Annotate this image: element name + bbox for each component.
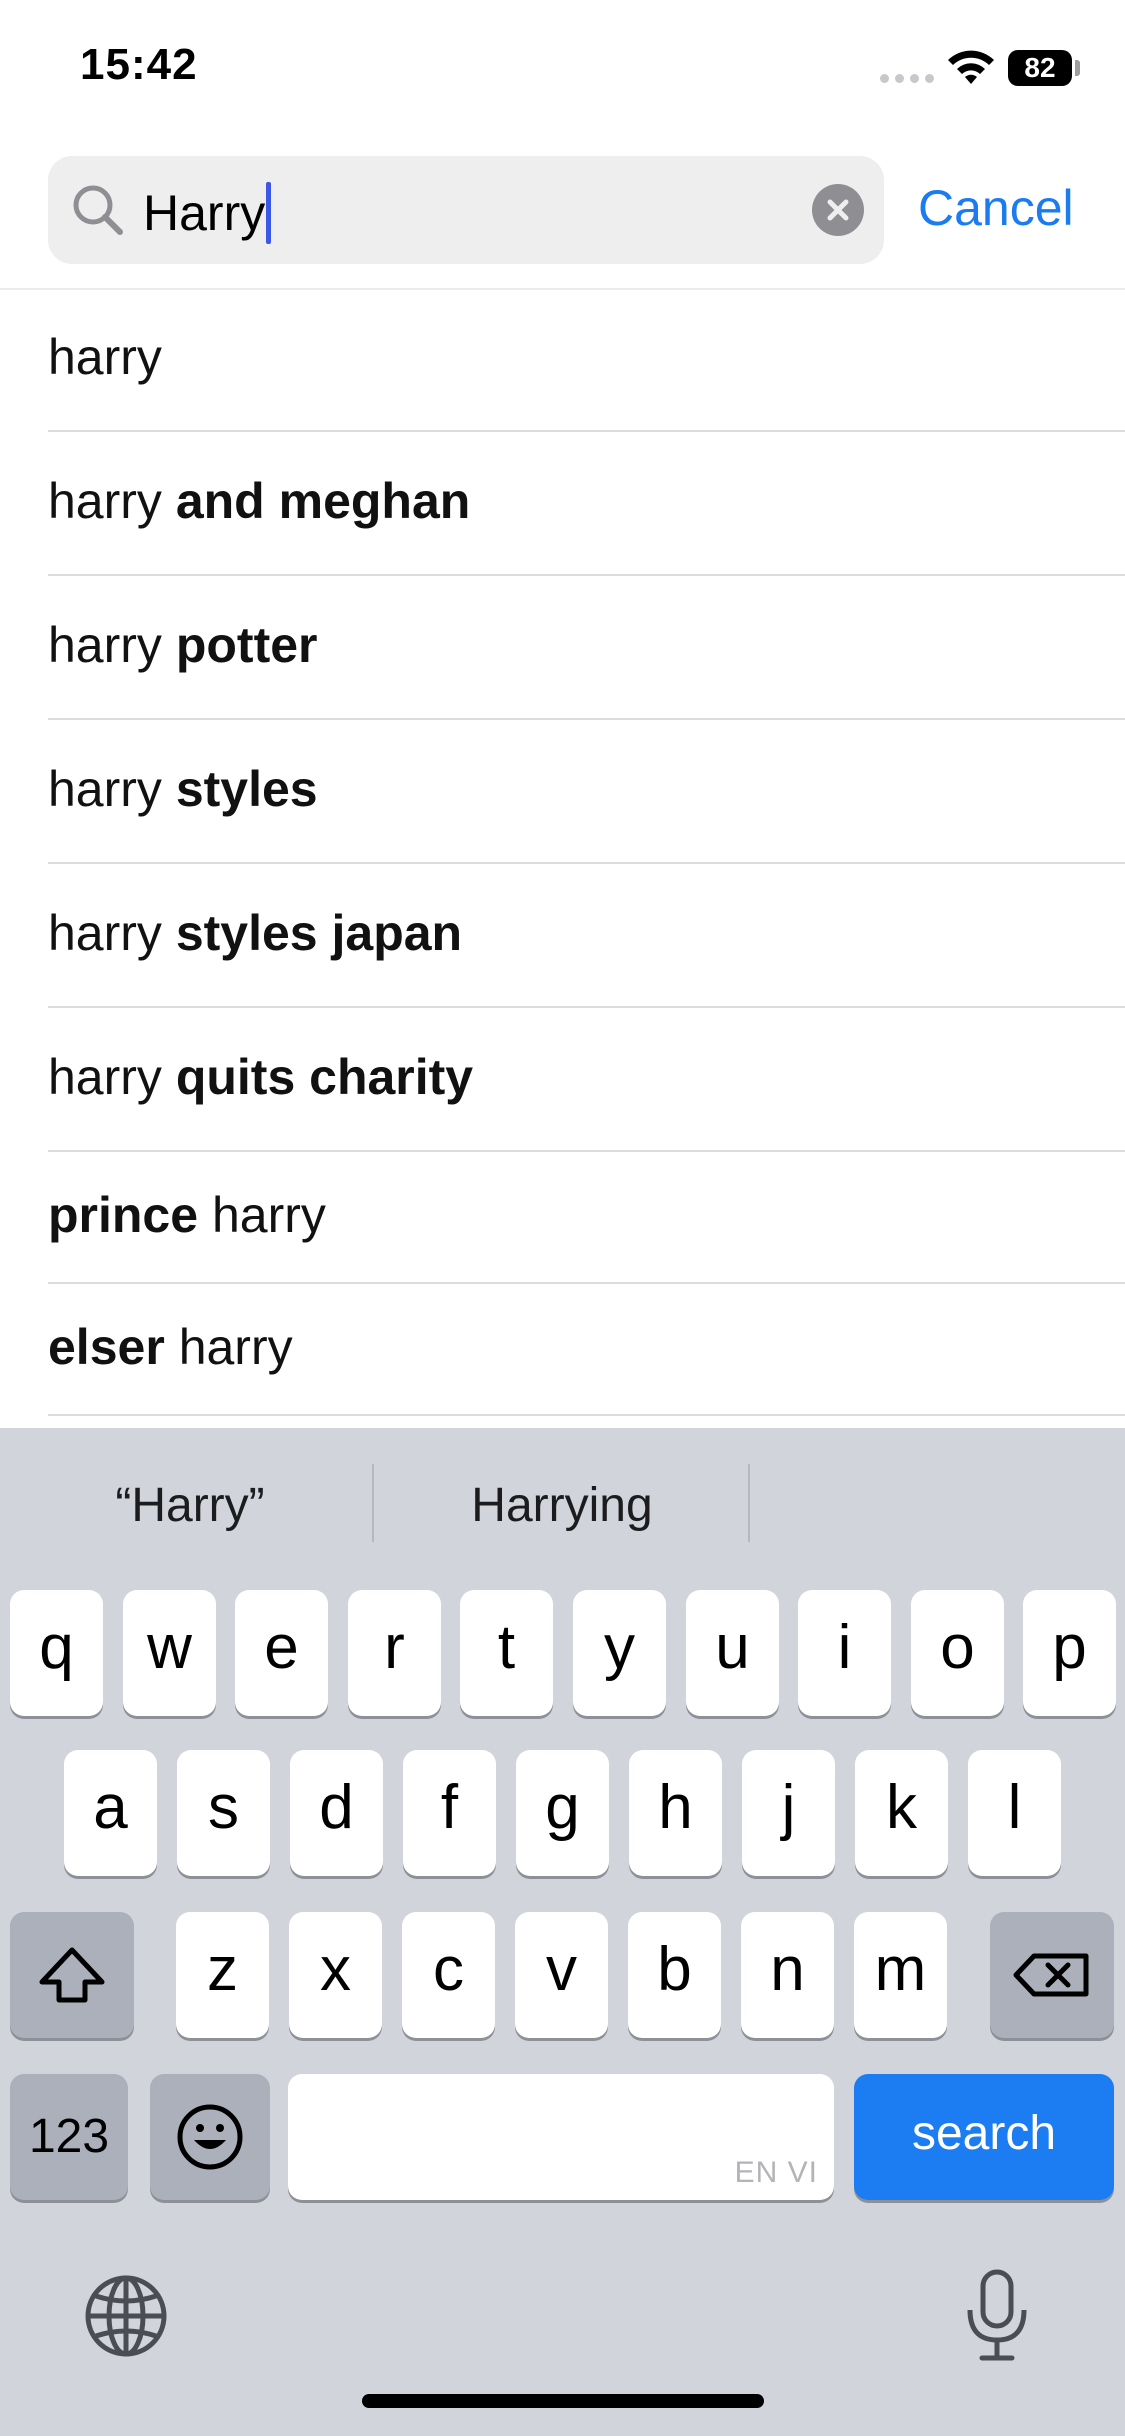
status-time: 15:42	[80, 40, 198, 89]
suggestion-divider	[48, 430, 1125, 432]
suggestion-row[interactable]: elser harry	[0, 1286, 1125, 1416]
battery-tip	[1075, 60, 1080, 76]
globe-icon[interactable]	[84, 2274, 168, 2358]
status-bar: 15:42 82	[0, 0, 1125, 140]
key-q[interactable]: q	[10, 1590, 103, 1716]
suggestion-prefix: elser	[48, 1319, 165, 1375]
key-b[interactable]: b	[628, 1912, 721, 2038]
key-v[interactable]: v	[515, 1912, 608, 2038]
suggestion-divider	[48, 1282, 1125, 1284]
key-c[interactable]: c	[402, 1912, 495, 2038]
key-e[interactable]: e	[235, 1590, 328, 1716]
suggestion-divider	[48, 1414, 1125, 1416]
suggestion-text: harry styles japan	[48, 904, 462, 962]
key-f[interactable]: f	[403, 1750, 496, 1876]
prediction-item[interactable]: Harrying	[412, 1478, 712, 1533]
suggestion-row[interactable]: harry quits charity	[0, 1010, 1125, 1152]
key-g[interactable]: g	[516, 1750, 609, 1876]
predictive-bar: “Harry” Harrying	[0, 1428, 1125, 1578]
key-u[interactable]: u	[686, 1590, 779, 1716]
close-icon	[827, 199, 849, 221]
prediction-item[interactable]: “Harry”	[40, 1478, 340, 1533]
suggestion-row[interactable]: harry styles japan	[0, 866, 1125, 1008]
suggestion-completion: styles japan	[175, 905, 463, 961]
microphone-icon[interactable]	[962, 2268, 1032, 2364]
emoji-key[interactable]	[150, 2074, 270, 2200]
numbers-key[interactable]: 123	[10, 2074, 128, 2200]
suggestion-divider	[48, 1150, 1125, 1152]
text-caret	[266, 182, 272, 244]
suggestion-divider	[48, 1006, 1125, 1008]
key-p[interactable]: p	[1023, 1590, 1116, 1716]
suggestion-completion: quits charity	[175, 1049, 474, 1105]
space-key-languages: EN VI	[734, 2156, 818, 2189]
key-w[interactable]: w	[123, 1590, 216, 1716]
suggestion-row[interactable]: harry and meghan	[0, 434, 1125, 576]
suggestion-row[interactable]: prince harry	[0, 1154, 1125, 1284]
battery-icon: 82	[1008, 50, 1072, 86]
key-r[interactable]: r	[348, 1590, 441, 1716]
suggestion-text: prince harry	[48, 1186, 326, 1244]
suggestion-match: harry	[178, 1319, 293, 1375]
suggestion-text: harry styles	[48, 760, 318, 818]
cancel-button[interactable]: Cancel	[918, 176, 1074, 240]
key-s[interactable]: s	[177, 1750, 270, 1876]
prediction-divider	[748, 1464, 750, 1542]
key-y[interactable]: y	[573, 1590, 666, 1716]
search-query: Harry	[143, 185, 266, 241]
suggestion-text: harry and meghan	[48, 472, 470, 530]
suggestion-text: harry quits charity	[48, 1048, 473, 1106]
space-key[interactable]: EN VI	[288, 2074, 834, 2200]
suggestion-row[interactable]: harry potter	[0, 578, 1125, 720]
search-field[interactable]: Harry	[48, 156, 884, 264]
clear-search-button[interactable]	[812, 184, 864, 236]
search-icon	[73, 185, 123, 235]
key-a[interactable]: a	[64, 1750, 157, 1876]
suggestion-completion: and meghan	[175, 473, 471, 529]
search-key[interactable]: search	[854, 2074, 1114, 2200]
suggestion-match: harry	[48, 905, 162, 961]
key-m[interactable]: m	[854, 1912, 947, 2038]
key-n[interactable]: n	[741, 1912, 834, 2038]
suggestion-divider	[48, 574, 1125, 576]
key-h[interactable]: h	[629, 1750, 722, 1876]
key-d[interactable]: d	[290, 1750, 383, 1876]
delete-icon	[1013, 1953, 1089, 1997]
prediction-divider	[372, 1464, 374, 1542]
suggestion-row[interactable]: harry styles	[0, 722, 1125, 864]
key-z[interactable]: z	[176, 1912, 269, 2038]
key-j[interactable]: j	[742, 1750, 835, 1876]
key-k[interactable]: k	[855, 1750, 948, 1876]
suggestion-divider	[48, 862, 1125, 864]
suggestion-match: harry	[48, 761, 162, 817]
delete-key[interactable]	[990, 1912, 1114, 2038]
key-o[interactable]: o	[911, 1590, 1004, 1716]
suggestion-text: harry	[48, 328, 162, 386]
key-i[interactable]: i	[798, 1590, 891, 1716]
suggestion-text: elser harry	[48, 1318, 293, 1376]
suggestion-completion: potter	[175, 617, 318, 673]
suggestion-match: harry	[48, 329, 162, 385]
emoji-icon	[177, 2104, 243, 2170]
suggestion-match: harry	[48, 617, 162, 673]
suggestion-text: harry potter	[48, 616, 317, 674]
suggestion-completion: styles	[175, 761, 318, 817]
suggestion-divider	[48, 718, 1125, 720]
keyboard: “Harry” Harrying 123 EN VI search q w e …	[0, 1428, 1125, 2436]
suggestion-match: harry	[211, 1187, 326, 1243]
suggestion-prefix: prince	[48, 1187, 199, 1243]
suggestion-match: harry	[48, 473, 162, 529]
shift-icon	[39, 1947, 105, 2003]
wifi-icon	[948, 50, 994, 84]
key-l[interactable]: l	[968, 1750, 1061, 1876]
search-input[interactable]: Harry	[143, 182, 272, 244]
cellular-signal-icon	[880, 74, 934, 83]
suggestion-match: harry	[48, 1049, 162, 1105]
suggestion-row[interactable]: harry	[0, 290, 1125, 432]
shift-key[interactable]	[10, 1912, 134, 2038]
key-x[interactable]: x	[289, 1912, 382, 2038]
home-indicator	[362, 2394, 764, 2408]
key-t[interactable]: t	[460, 1590, 553, 1716]
